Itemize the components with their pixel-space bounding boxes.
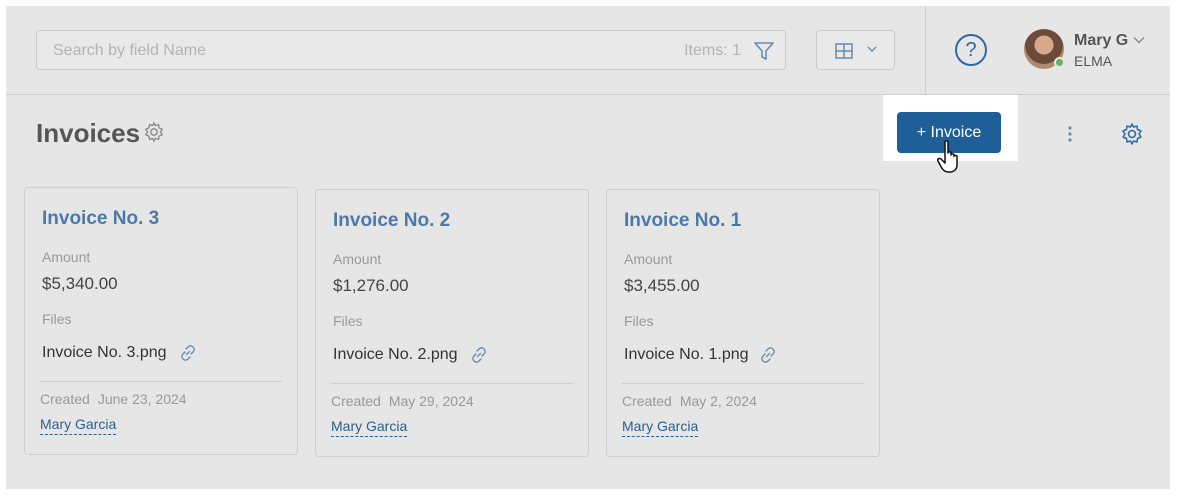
- divider: [331, 383, 573, 384]
- files-label: Files: [624, 313, 654, 329]
- divider: [925, 6, 926, 95]
- app-window: Search by field Name Items: 1 ? Mary G E…: [6, 6, 1170, 489]
- view-mode-button[interactable]: [816, 30, 895, 70]
- search-input[interactable]: Search by field Name Items: 1: [36, 30, 786, 70]
- file-name[interactable]: Invoice No. 2.png: [333, 346, 458, 364]
- invoice-card[interactable]: Invoice No. 3 Amount $5,340.00 Files Inv…: [24, 187, 298, 455]
- created-label: Created: [331, 393, 381, 409]
- user-name[interactable]: Mary G: [1074, 32, 1128, 50]
- files-label: Files: [333, 313, 363, 329]
- link-icon[interactable]: [178, 343, 198, 363]
- amount-label: Amount: [624, 251, 673, 267]
- card-title[interactable]: Invoice No. 2: [333, 210, 450, 232]
- funnel-icon[interactable]: [753, 40, 775, 62]
- page-title: Invoices: [36, 118, 141, 148]
- author-link[interactable]: Mary Garcia: [622, 418, 699, 437]
- avatar[interactable]: [1024, 29, 1065, 69]
- online-status-dot: [1054, 57, 1065, 68]
- invoice-card[interactable]: Invoice No. 1 Amount $3,455.00 Files Inv…: [606, 189, 880, 457]
- created-label: Created: [40, 391, 90, 407]
- link-icon[interactable]: [758, 345, 778, 365]
- top-bar: Search by field Name Items: 1 ? Mary G E…: [6, 6, 1170, 95]
- help-circle-icon[interactable]: ?: [955, 34, 987, 66]
- link-icon[interactable]: [469, 345, 489, 365]
- files-label: Files: [42, 311, 72, 327]
- hand-cursor-icon: [937, 140, 958, 173]
- divider: [40, 381, 282, 382]
- file-name[interactable]: Invoice No. 1.png: [624, 346, 749, 364]
- items-count: Items: 1: [684, 42, 741, 59]
- company-name: ELMA: [1074, 53, 1113, 69]
- created-info: Created June 23, 2024: [40, 391, 187, 407]
- amount-label: Amount: [333, 251, 382, 267]
- created-date: June 23, 2024: [97, 391, 187, 407]
- created-label: Created: [622, 393, 672, 409]
- more-options-icon[interactable]: [1064, 124, 1076, 144]
- author-link[interactable]: Mary Garcia: [40, 416, 117, 435]
- file-name[interactable]: Invoice No. 3.png: [42, 344, 167, 362]
- amount-value: $5,340.00: [42, 274, 118, 293]
- gear-icon[interactable]: [1120, 122, 1144, 146]
- divider: [622, 383, 864, 384]
- search-placeholder: Search by field Name: [53, 42, 206, 59]
- created-info: Created May 29, 2024: [331, 393, 474, 409]
- author-link[interactable]: Mary Garcia: [331, 418, 408, 437]
- card-title[interactable]: Invoice No. 3: [42, 208, 159, 230]
- amount-value: $3,455.00: [624, 276, 700, 295]
- created-date: May 2, 2024: [679, 393, 757, 409]
- grid-icon: [835, 43, 853, 59]
- amount-label: Amount: [42, 249, 91, 265]
- amount-value: $1,276.00: [333, 276, 409, 295]
- created-date: May 29, 2024: [388, 393, 474, 409]
- gear-icon[interactable]: [143, 121, 165, 143]
- chevron-down-icon[interactable]: [1133, 36, 1145, 44]
- invoice-card[interactable]: Invoice No. 2 Amount $1,276.00 Files Inv…: [315, 189, 589, 457]
- card-title[interactable]: Invoice No. 1: [624, 210, 741, 232]
- chevron-down-icon: [867, 46, 877, 52]
- created-info: Created May 2, 2024: [622, 393, 757, 409]
